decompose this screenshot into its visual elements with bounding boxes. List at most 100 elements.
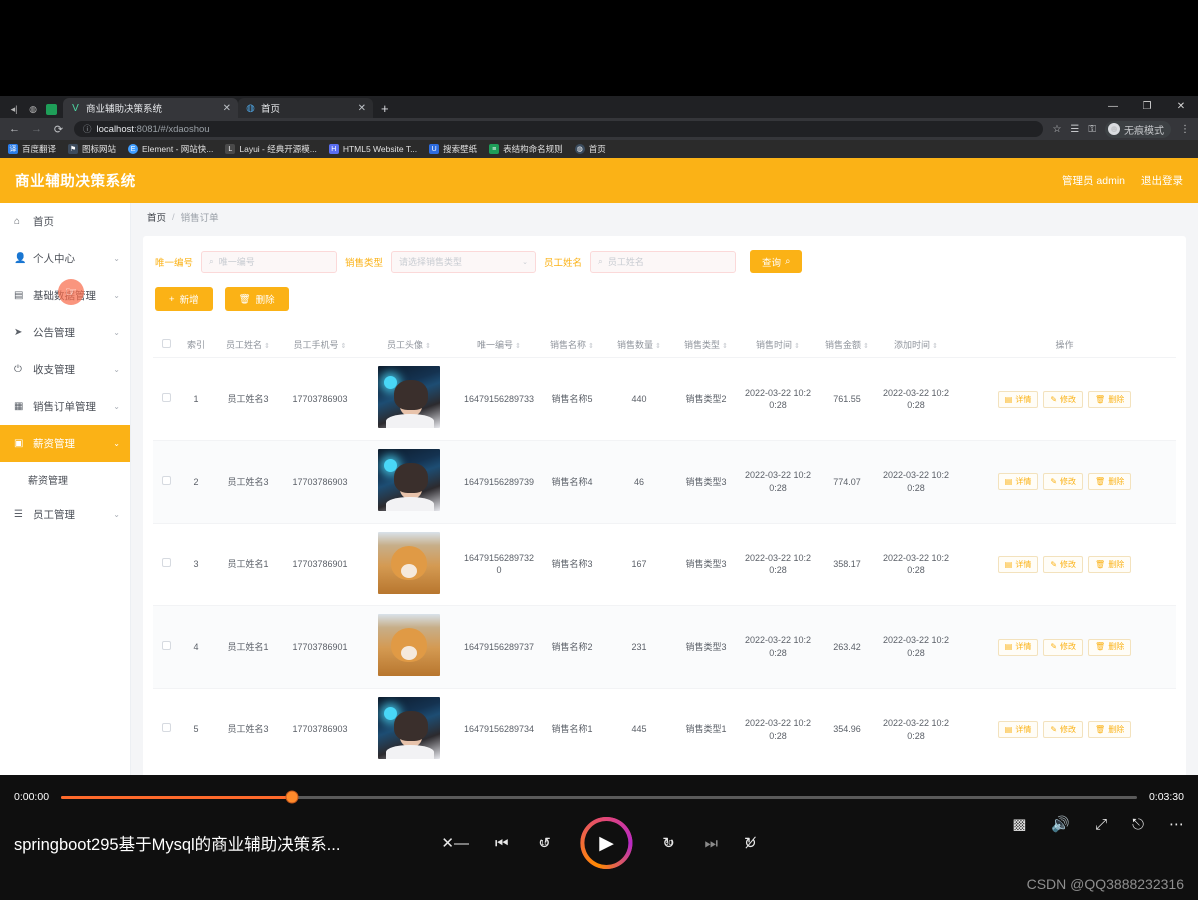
select-all-checkbox[interactable] (161, 339, 171, 349)
row-delete-button[interactable]: 🗑 删除 (1088, 638, 1132, 656)
green-app-icon[interactable] (46, 103, 57, 115)
shuffle-icon[interactable]: ✕— (441, 834, 469, 852)
close-window-button[interactable]: ✕ (1164, 96, 1198, 116)
forward-icon[interactable]: → (30, 123, 43, 135)
col-add-time[interactable]: 添加时间 ⇕ (879, 333, 953, 358)
tab-close-icon[interactable]: ✕ (354, 103, 366, 114)
select-all-header[interactable] (153, 333, 179, 358)
fullscreen-icon[interactable]: ⤢ (1095, 816, 1107, 833)
col-employee-name[interactable]: 员工姓名 ⇕ (213, 333, 283, 358)
sort-icon[interactable]: ⇕ (792, 343, 800, 350)
col-quantity[interactable]: 销售数量 ⇕ (607, 333, 671, 358)
forward-30-icon[interactable]: ↻ 30 (659, 833, 679, 853)
bookmark-item[interactable]: L Layui - 经典开源模... (225, 143, 317, 155)
maximize-button[interactable]: ❐ (1130, 96, 1164, 116)
detail-button[interactable]: ▤ 详情 (997, 390, 1039, 408)
sort-icon[interactable]: ⇕ (720, 343, 728, 350)
row-checkbox[interactable] (161, 392, 171, 402)
sort-icon[interactable]: ⇕ (262, 343, 270, 350)
seek-handle[interactable] (285, 790, 299, 804)
sort-icon[interactable]: ⇕ (513, 343, 521, 350)
col-sale-type[interactable]: 销售类型 ⇕ (671, 333, 741, 358)
bookmark-item[interactable]: ◍ 首页 (574, 143, 606, 155)
employee-name-input[interactable]: ⌕ 员工姓名 (590, 250, 737, 273)
sidebar-item-sales-order[interactable]: ▦ 销售订单管理 ⌄ (0, 388, 130, 425)
next-track-icon[interactable]: ⏭ (705, 835, 719, 852)
previous-track-icon[interactable]: ⏮ (495, 835, 509, 852)
query-button[interactable]: 查询 ⌕ (750, 250, 803, 273)
site-info-icon[interactable]: ⓘ (83, 123, 92, 135)
reading-list-icon[interactable]: ☰ (1070, 124, 1079, 135)
table-row[interactable]: 3 员工姓名1 17703786901 164791562897320 销售名称… (153, 522, 1176, 606)
play-button[interactable]: ▶ (580, 817, 633, 869)
sort-icon[interactable]: ⇕ (339, 343, 347, 350)
reload-icon[interactable]: ⟳ (52, 123, 65, 136)
row-checkbox-cell[interactable] (153, 357, 179, 441)
detail-button[interactable]: ▤ 详情 (997, 638, 1039, 656)
row-checkbox-cell[interactable] (153, 440, 179, 524)
row-checkbox[interactable] (161, 723, 171, 733)
col-avatar[interactable]: 员工头像 ⇕ (357, 333, 461, 358)
row-checkbox-cell[interactable] (153, 605, 179, 689)
col-unique-no[interactable]: 唯一编号 ⇕ (461, 333, 537, 358)
detail-button[interactable]: ▤ 详情 (997, 721, 1039, 739)
tab-close-icon[interactable]: ✕ (219, 103, 231, 114)
sidebar-item-employee[interactable]: ☰ 员工管理 ⌄ (0, 496, 130, 533)
address-bar[interactable]: ⓘ localhost:8081/#/xdaoshou (74, 121, 1044, 137)
col-sale-name[interactable]: 销售名称 ⇕ (537, 333, 607, 358)
sort-icon[interactable]: ⇕ (423, 343, 431, 350)
row-delete-button[interactable]: 🗑 删除 (1088, 555, 1132, 573)
bookmark-item[interactable]: E Element - 网站快... (128, 143, 213, 155)
volume-icon[interactable]: 🔊 (1051, 815, 1070, 833)
browser-globe-icon[interactable]: ◍ (27, 103, 39, 115)
sort-icon[interactable]: ⇕ (586, 343, 594, 350)
row-delete-button[interactable]: 🗑 删除 (1088, 473, 1132, 491)
edit-button[interactable]: ✎ 修改 (1043, 555, 1084, 573)
row-checkbox-cell[interactable] (153, 687, 179, 771)
sort-icon[interactable]: ⇕ (861, 343, 869, 350)
table-row[interactable]: 5 员工姓名3 17703786903 16479156289734 销售名称1… (153, 687, 1176, 771)
minimize-button[interactable]: — (1096, 96, 1130, 116)
table-row[interactable]: 2 员工姓名3 17703786903 16479156289739 销售名称4… (153, 440, 1176, 524)
col-amount[interactable]: 销售金额 ⇕ (815, 333, 879, 358)
edit-button[interactable]: ✎ 修改 (1043, 473, 1084, 491)
sale-type-select[interactable]: 请选择销售类型 ⌄ (391, 250, 537, 273)
detail-button[interactable]: ▤ 详情 (997, 473, 1039, 491)
back-icon[interactable]: ← (8, 123, 21, 135)
bookmark-item[interactable]: ⚑ 图标网站 (68, 143, 116, 155)
edit-button[interactable]: ✎ 修改 (1043, 390, 1084, 408)
browser-menu-icon[interactable]: ⋮ (1180, 124, 1190, 135)
bookmark-item[interactable]: 译百度翻译 (8, 143, 56, 155)
breadcrumb-home[interactable]: 首页 (147, 210, 166, 224)
unique-no-input[interactable]: ⌕ 唯一编号 (201, 250, 338, 273)
rewind-10-icon[interactable]: ↺ 10 (535, 833, 555, 853)
row-delete-button[interactable]: 🗑 删除 (1088, 721, 1132, 739)
sidebar-item-income-expense[interactable]: ⏻ 收支管理 ⌄ (0, 351, 130, 388)
new-tab-button[interactable]: + (373, 101, 397, 118)
edit-button[interactable]: ✎ 修改 (1043, 638, 1084, 656)
browser-tab-inactive[interactable]: ◍ 首页 ✕ (238, 98, 373, 118)
seek-bar[interactable] (61, 790, 1137, 804)
table-row[interactable]: 1 员工姓名3 17703786903 16479156289733 销售名称5… (153, 357, 1176, 441)
bookmark-item[interactable]: ≡ 表结构命名规则 (489, 143, 563, 155)
row-checkbox-cell[interactable] (153, 522, 179, 606)
more-options-icon[interactable]: ⋯ (1169, 815, 1184, 833)
delete-button[interactable]: 🗑 删除 (224, 287, 289, 311)
sidebar-item-home[interactable]: ⌂ 首页 (0, 203, 130, 240)
edit-button[interactable]: ✎ 修改 (1043, 721, 1084, 739)
back-chevrons-icon[interactable]: ◂| (8, 103, 20, 115)
bookmark-item[interactable]: U 搜索壁纸 (429, 143, 477, 155)
sidebar-item-salary[interactable]: ▣ 薪资管理 ⌄ (0, 425, 130, 462)
repeat-off-icon[interactable]: ↻̸ (744, 834, 757, 852)
row-delete-button[interactable]: 🗑 删除 (1088, 390, 1132, 408)
bookmark-star-icon[interactable]: ☆ (1052, 124, 1061, 135)
add-button[interactable]: + 新增 (155, 287, 213, 311)
detail-button[interactable]: ▤ 详情 (997, 555, 1039, 573)
incognito-badge[interactable]: ☻ 无痕模式 (1105, 120, 1171, 138)
col-sale-time[interactable]: 销售时间 ⇕ (741, 333, 815, 358)
sidebar-item-announcement[interactable]: ➤ 公告管理 ⌄ (0, 314, 130, 351)
browser-tab-active[interactable]: V 商业辅助决策系统 ✕ (63, 98, 238, 118)
sort-icon[interactable]: ⇕ (653, 343, 661, 350)
sidebar-item-personal-center[interactable]: 👤 个人中心 ⌄ (0, 240, 130, 277)
col-phone[interactable]: 员工手机号 ⇕ (283, 333, 357, 358)
